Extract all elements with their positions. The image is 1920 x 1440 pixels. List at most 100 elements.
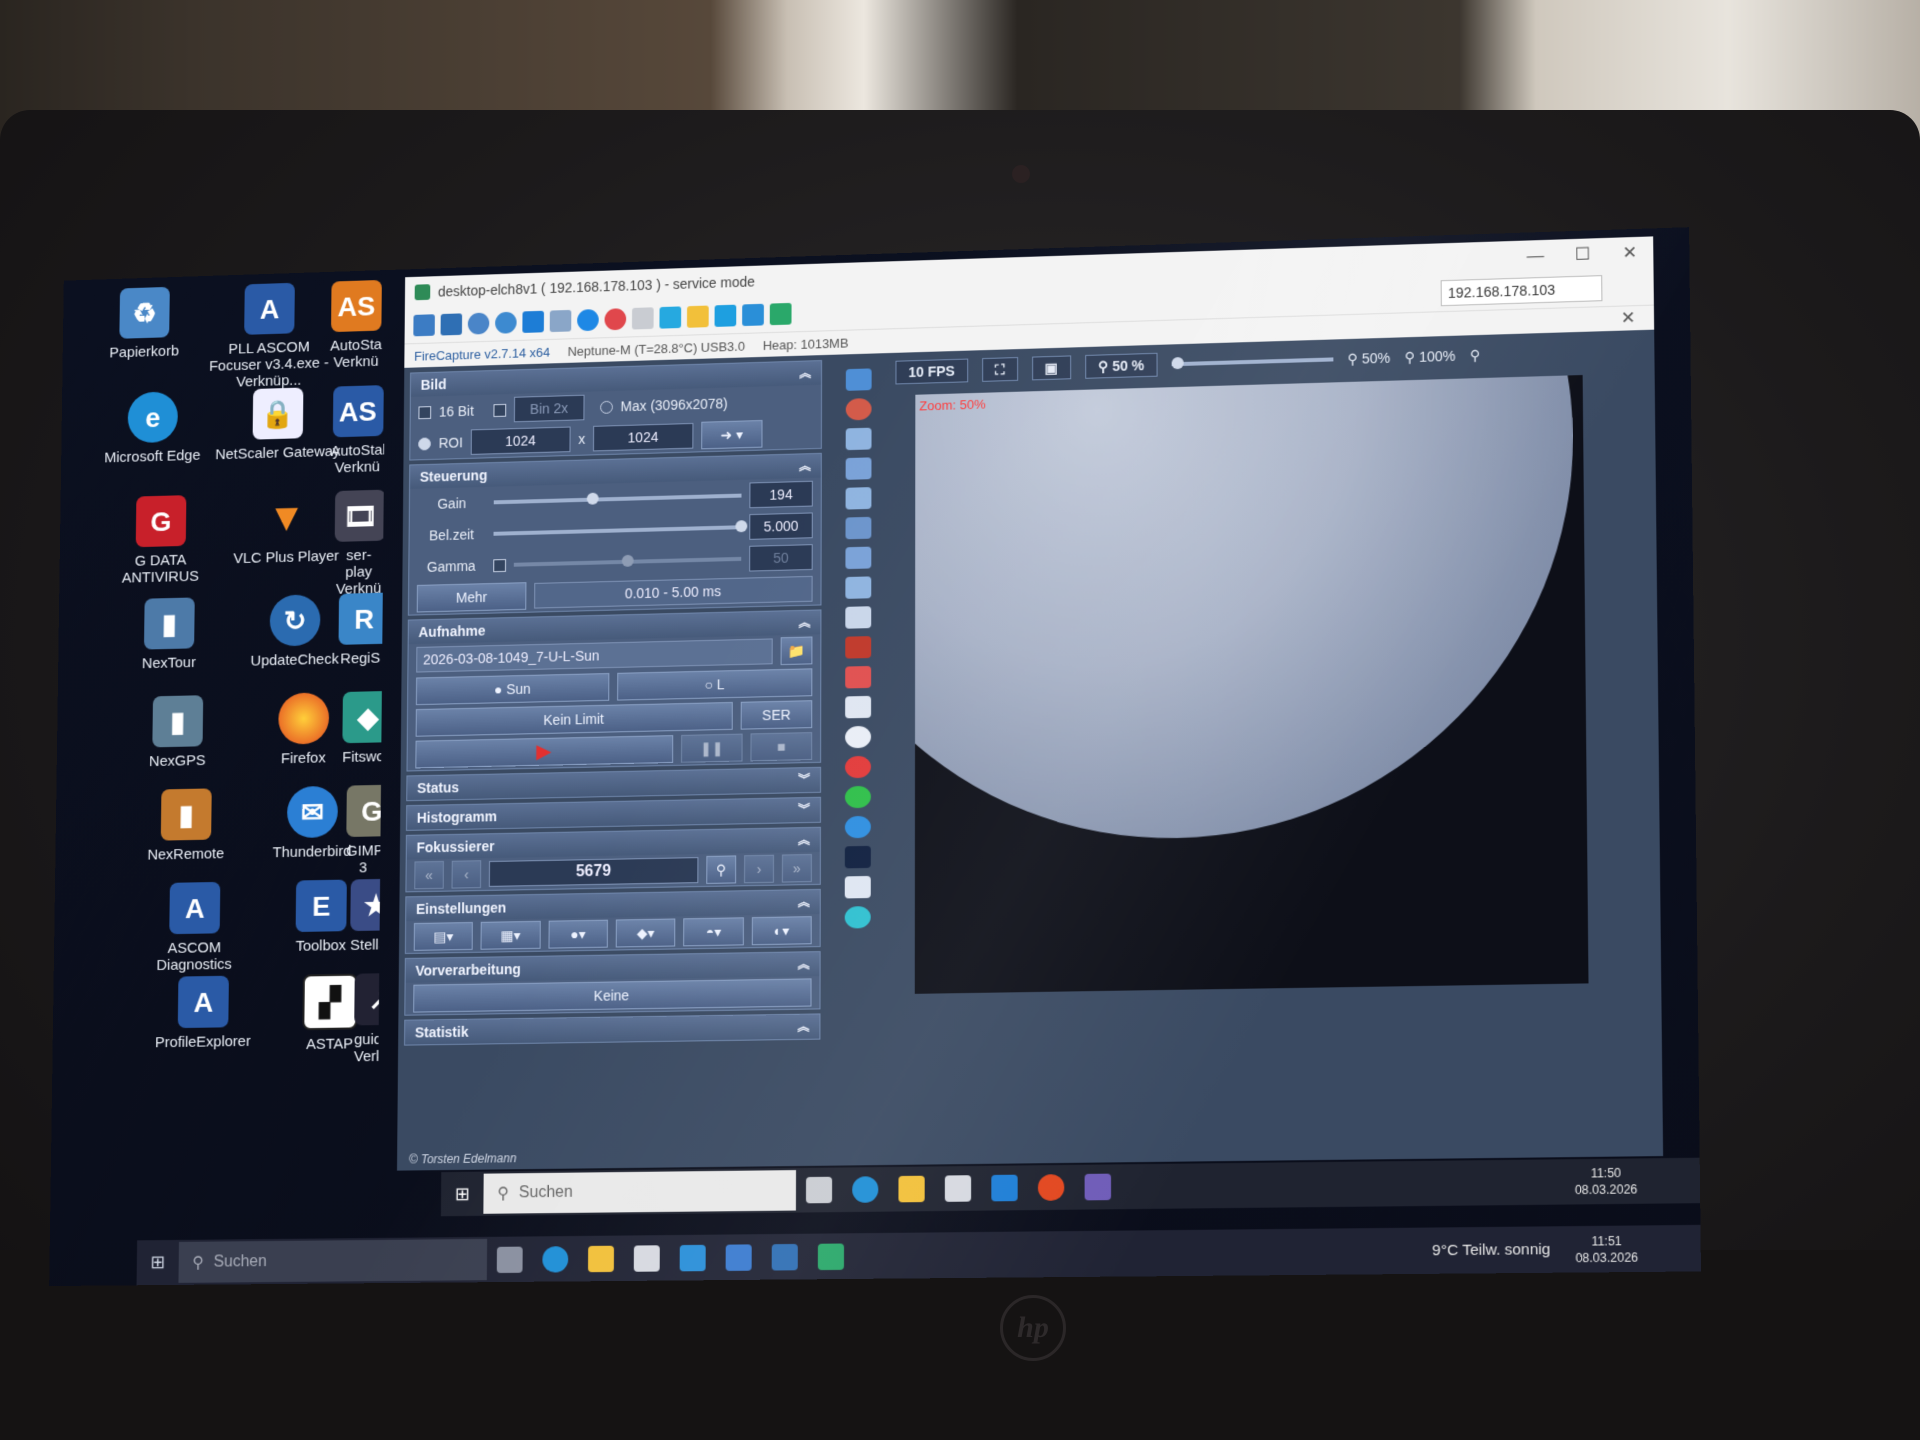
explorer-icon[interactable] (588, 1245, 614, 1271)
roi-radio[interactable] (418, 437, 431, 450)
zoom-slider[interactable] (1171, 357, 1333, 366)
zoom-100-button[interactable]: ⚲ 100% (1404, 347, 1455, 366)
desktop-icon-nexgps[interactable]: ▮ NexGPS (114, 694, 241, 770)
desktop-icon-papierkorb[interactable]: ♻ Papierkorb (82, 286, 208, 363)
explorer-icon[interactable] (899, 1176, 925, 1203)
settings-dome-button[interactable]: ◓▾ (683, 917, 743, 946)
gamma-value-field[interactable]: 50 (749, 544, 813, 571)
crosshair-icon[interactable] (846, 398, 872, 420)
folder-icon[interactable] (845, 576, 871, 599)
teams-icon[interactable] (726, 1244, 752, 1271)
zoom-slider-knob[interactable] (1171, 357, 1183, 369)
red-channel-icon[interactable] (845, 756, 871, 779)
preprocessing-dropdown[interactable]: Keine (413, 978, 811, 1012)
bin-select[interactable]: Bin 2x (514, 395, 585, 423)
section-header[interactable]: Histogramm ︾ (407, 798, 820, 830)
stop-button[interactable]: ■ (750, 732, 812, 761)
histogram-icon[interactable] (846, 368, 872, 390)
format-button[interactable]: SER (741, 700, 813, 729)
record-button[interactable]: ▶ (415, 735, 673, 768)
store-icon[interactable] (945, 1175, 971, 1202)
settings-grid-button[interactable]: ▦▾ (481, 921, 541, 950)
weather-widget[interactable]: 9°C Teilw. sonnig (1432, 1241, 1550, 1260)
windows-icon[interactable] (522, 311, 544, 333)
limit-button[interactable]: Kein Limit (416, 702, 733, 737)
desktop-icon-profileexplorer[interactable]: A ProfileExplorer (140, 975, 267, 1051)
store-icon[interactable] (634, 1245, 660, 1272)
gear-icon[interactable] (468, 313, 490, 335)
focus-fwd-button[interactable]: › (744, 855, 774, 884)
local-clock[interactable]: 11:51 08.03.2026 (1575, 1232, 1638, 1266)
fullscreen-button[interactable]: ▣ (1032, 355, 1071, 380)
mehr-dropdown[interactable]: Mehr (417, 582, 527, 612)
zoom-custom-button[interactable]: ⚲ (1470, 346, 1481, 363)
edge-icon[interactable] (852, 1176, 878, 1203)
desktop-icon-autostakkert-2[interactable]: AS AutoStakk Verknü (331, 385, 385, 476)
info-icon[interactable] (577, 309, 599, 331)
filter-l-button[interactable]: ○ L (617, 668, 812, 700)
max-radio[interactable] (600, 400, 613, 413)
remote-search-box[interactable]: ⚲ Suchen (483, 1170, 796, 1214)
start-icon[interactable]: ⊞ (455, 1183, 470, 1204)
desktop-icon-edge[interactable]: e Microsoft Edge (90, 390, 216, 467)
gamma-slider-knob[interactable] (621, 555, 633, 567)
ip-address-field[interactable]: 192.168.178.103 (1441, 275, 1603, 306)
disconnect-icon[interactable] (605, 308, 627, 330)
task-view-icon[interactable] (497, 1246, 523, 1272)
circle-icon[interactable] (845, 726, 871, 749)
mail-icon[interactable] (680, 1244, 706, 1271)
desktop-icon-fitswork[interactable]: ◆ Fitswor (342, 691, 382, 766)
focus-go-button[interactable]: ⚲ (706, 855, 736, 884)
refresh-icon[interactable] (495, 312, 517, 334)
desktop-icon-stellarium[interactable]: ★ Stella (350, 879, 380, 954)
desktop-icon-ascom-diagnostics[interactable]: A ASCOM Diagnostics (131, 881, 258, 974)
16bit-checkbox[interactable] (418, 406, 431, 419)
minimize-button[interactable]: — (1512, 245, 1559, 267)
display-icon[interactable] (845, 696, 871, 719)
task-view-icon[interactable] (806, 1177, 832, 1204)
desktop-icon-netscaler[interactable]: 🔒 NetScaler Gateway (215, 386, 341, 463)
local-search-box[interactable]: ⚲ Suchen (179, 1239, 488, 1283)
fit-window-button[interactable]: ⛶ (982, 357, 1018, 382)
image-icon[interactable] (550, 310, 572, 332)
start-icon[interactable]: ⊞ (150, 1252, 165, 1273)
chat-icon[interactable] (772, 1243, 798, 1270)
desktop-icon-guide9[interactable]: ↗ guide9 Verknü (354, 973, 379, 1065)
edge-icon[interactable] (542, 1246, 568, 1272)
outlook-icon[interactable] (991, 1175, 1017, 1202)
exposure-value-field[interactable]: 5.000 (749, 512, 813, 539)
gain-value-field[interactable]: 194 (749, 481, 812, 508)
exposure-slider[interactable] (494, 525, 742, 536)
desktop-icon-nextour[interactable]: ▮ NexTour (106, 596, 232, 672)
gain-slider-knob[interactable] (587, 493, 599, 505)
folder-icon[interactable]: 📁 (781, 636, 813, 665)
remote-desktop-taskbar-icon[interactable] (818, 1243, 844, 1270)
network-share-icon[interactable] (742, 304, 764, 326)
desktop-icon-gdata[interactable]: G G DATA ANTIVIRUS (98, 494, 224, 587)
blue-channel-icon[interactable] (845, 816, 871, 839)
flat-frame-icon[interactable] (845, 876, 871, 899)
settings-target-button[interactable]: ◆▾ (616, 918, 676, 947)
snapshot-icon[interactable] (845, 547, 871, 570)
fullscreen-icon[interactable] (441, 313, 463, 335)
camera-icon[interactable] (715, 305, 737, 327)
chat-icon[interactable] (770, 303, 792, 325)
focus-assist-icon[interactable] (846, 457, 872, 480)
firecapture-close-button[interactable]: ✕ (1621, 308, 1636, 329)
settings-misc-button[interactable]: ◐▾ (751, 916, 811, 945)
desktop-icon-registax[interactable]: R RegiS (338, 593, 383, 668)
trash-icon[interactable] (845, 606, 871, 629)
target-icon[interactable] (845, 666, 871, 689)
gamma-slider[interactable] (514, 557, 741, 567)
exposure-slider-knob[interactable] (735, 520, 747, 532)
settings-copy-button[interactable]: ▤▾ (414, 922, 473, 951)
firefox-icon[interactable] (1038, 1174, 1064, 1201)
close-button[interactable]: ✕ (1606, 242, 1653, 264)
overlay-icon[interactable] (845, 517, 871, 540)
network-icon[interactable] (413, 314, 435, 336)
live-view[interactable]: Zoom: 50% (915, 375, 1589, 994)
bin-checkbox[interactable] (493, 403, 506, 416)
focus-position-field[interactable]: 5679 (489, 857, 699, 887)
focus-in-button[interactable]: « (414, 861, 444, 889)
sun-profile-button[interactable]: ● Sun (416, 673, 609, 705)
